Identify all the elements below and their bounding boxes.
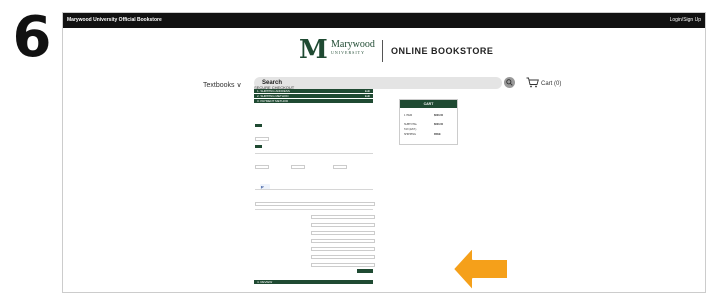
cart-row-label: SUBTOTAL [404,123,417,126]
cart-title: CART [400,100,457,108]
apply-button[interactable] [255,124,262,127]
step-label: 1. SHIPPING ADDRESS [257,89,290,93]
store-name: Marywood University Official Bookstore [67,17,162,23]
cart-icon[interactable] [526,77,539,88]
step-shipping-address[interactable]: 1. SHIPPING ADDRESS Edit [254,89,373,93]
search-button[interactable] [504,77,515,88]
textbooks-label: Textbooks [203,82,235,89]
cart-row: SUBTOTAL $000.00 [404,123,443,126]
search-icon [506,79,513,86]
textbooks-menu[interactable]: Textbooks ∨ [203,81,242,89]
divider [255,209,373,210]
step-label: 3. PAYMENT METHOD [257,99,289,103]
step-label: 4. REVIEW [257,280,273,284]
form-field[interactable] [291,165,305,169]
edit-link[interactable]: Edit [365,89,370,93]
marywood-wordmark[interactable]: Marywood UNIVERSITY [331,39,383,56]
step-number: 6 [12,5,52,70]
marywood-logo-icon[interactable]: M [299,37,329,63]
form-field[interactable] [255,165,269,169]
step-label: 2. SHIPPING METHOD [257,94,289,98]
divider [255,153,373,154]
cart-row-label: SHIPPING [404,133,416,136]
form-field[interactable] [333,165,347,169]
cart-row-label: TAX (EST.) [404,128,417,131]
chevron-down-icon: ∨ [236,82,242,89]
form-field[interactable] [311,255,375,259]
cart-row: TAX (EST.) [404,128,416,131]
form-field[interactable] [311,215,375,219]
pointer-arrow-icon [453,249,509,291]
top-bar: Marywood University Official Bookstore L… [63,13,705,28]
step-payment-method[interactable]: 3. PAYMENT METHOD [254,99,373,103]
form-field[interactable] [311,223,375,227]
logo-divider [382,40,383,62]
cart-row-label: 1 ITEM [404,114,413,117]
step-shipping-method[interactable]: 2. SHIPPING METHOD Edit [254,94,373,98]
cart-row-value: $000.00 [434,114,444,117]
logo-name: Marywood [331,39,375,50]
form-field[interactable] [311,263,375,267]
apply-button[interactable] [255,145,262,148]
form-field[interactable] [311,231,375,235]
login-link[interactable]: Login/Sign Up [670,17,701,23]
cart-link[interactable]: Cart (0) [541,81,561,87]
step-review[interactable]: 4. REVIEW [254,280,373,284]
cart-summary: CART 1 ITEM $000.00 SUBTOTAL $000.00 TAX… [399,99,458,145]
cart-row-value: FREE [434,133,441,136]
form-field[interactable] [311,247,375,251]
form-field[interactable] [255,202,375,206]
paypal-icon[interactable]: P [260,177,270,190]
cart-row-value: $000.00 [434,123,444,126]
cart-row: SHIPPING FREE [404,133,441,136]
browser-screenshot: Marywood University Official Bookstore L… [62,12,706,293]
form-field[interactable] [255,137,269,141]
continue-button[interactable] [357,269,373,273]
page-title: ONLINE BOOKSTORE [391,46,494,56]
form-field[interactable] [311,239,375,243]
divider [255,189,373,190]
edit-link[interactable]: Edit [365,94,370,98]
logo-subtitle: UNIVERSITY [331,50,365,55]
cart-row: 1 ITEM $000.00 [404,114,443,117]
